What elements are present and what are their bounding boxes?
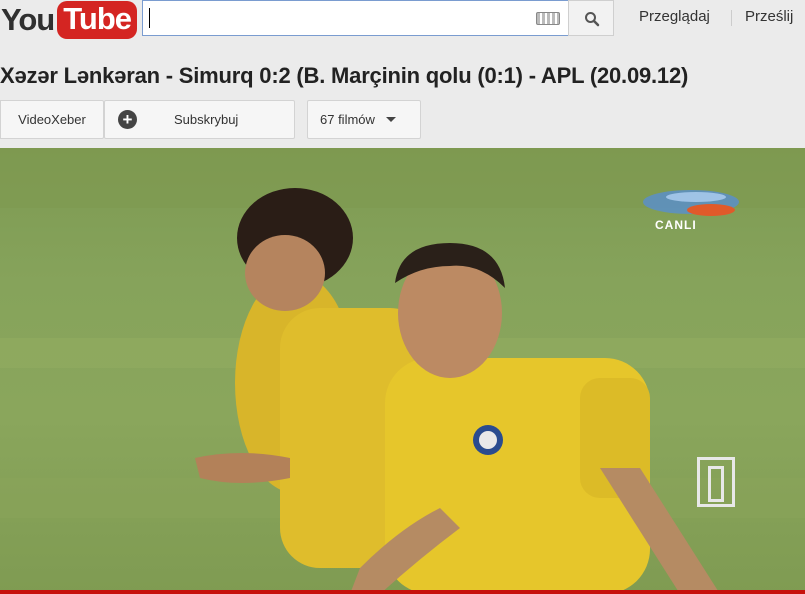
subscribe-button[interactable]: + Subskrybuj (104, 100, 295, 139)
videos-count-label: 67 filmów (320, 112, 375, 127)
pause-icon[interactable] (697, 457, 735, 507)
videos-count-dropdown[interactable]: 67 filmów (307, 100, 421, 139)
youtube-logo[interactable]: You Tube (0, 0, 137, 40)
video-title: Xəzər Lənkəran - Simurq 0:2 (B. Marçinin… (0, 63, 689, 88)
logo-tube-text: Tube (57, 1, 137, 39)
video-player[interactable]: CANLI (0, 148, 805, 594)
logo-you-text: You (1, 2, 55, 37)
search-icon (585, 12, 600, 27)
nav-upload-link[interactable]: Prześlij (745, 8, 793, 25)
nav-divider (731, 10, 732, 26)
live-overlay-text: CANLI (655, 218, 697, 232)
channel-name: VideoXeber (18, 112, 86, 127)
search-button[interactable] (568, 0, 614, 36)
keyboard-icon[interactable] (536, 12, 560, 25)
subscribe-label: Subskrybuj (174, 112, 239, 127)
text-caret (149, 8, 150, 28)
channel-name-button[interactable]: VideoXeber (0, 100, 104, 139)
header: You Tube Przeglądaj Prześlij (0, 0, 805, 44)
chevron-down-icon (385, 117, 396, 122)
search-input[interactable] (149, 5, 533, 33)
nav-browse-link[interactable]: Przeglądaj (639, 8, 710, 25)
progress-bar[interactable] (0, 590, 805, 594)
plus-icon: + (118, 110, 137, 129)
search-box[interactable] (142, 0, 569, 36)
